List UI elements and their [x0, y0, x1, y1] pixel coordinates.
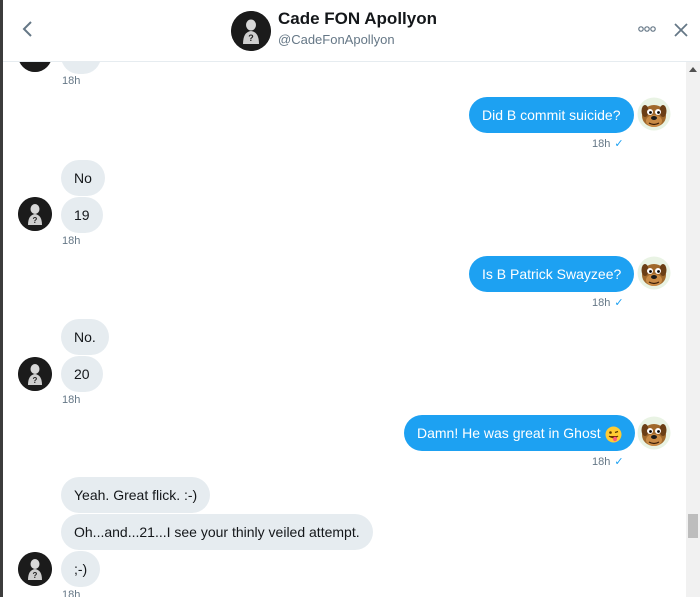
- contact-avatar[interactable]: ?: [18, 552, 52, 586]
- message-bubble-outgoing[interactable]: Is B Patrick Swayzee?: [469, 256, 635, 292]
- svg-text:?: ?: [248, 33, 254, 43]
- header-avatar[interactable]: ?: [231, 11, 271, 51]
- avatar-figure-icon: [19, 62, 51, 72]
- message-timestamp: 18h ✓: [592, 456, 624, 468]
- message-timestamp: 18h: [62, 235, 81, 247]
- contact-avatar[interactable]: ?: [18, 197, 52, 231]
- message-bubble-incoming[interactable]: No: [61, 160, 105, 196]
- read-check-icon: ✓: [614, 456, 624, 468]
- read-check-icon: ✓: [614, 297, 624, 309]
- svg-text:?: ?: [33, 376, 38, 385]
- message-timestamp: 18h: [62, 75, 81, 87]
- contact-handle[interactable]: @CadeFonApollyon: [278, 32, 395, 47]
- message-bubble-incoming[interactable]: No.: [61, 319, 109, 355]
- dm-conversation-window: ? Cade FON Apollyon @CadeFonApollyon 18h…: [0, 0, 700, 597]
- message-bubble-incoming[interactable]: Yeah. Great flick. :-): [61, 477, 211, 513]
- message-bubble-incoming[interactable]: [61, 62, 101, 74]
- scrollbar-thumb[interactable]: [688, 514, 698, 538]
- conversation-header: ? Cade FON Apollyon @CadeFonApollyon: [3, 0, 700, 62]
- message-bubble-incoming[interactable]: Oh...and...21...I see your thinly veiled…: [61, 514, 373, 550]
- avatar-figure-icon: ?: [18, 357, 52, 391]
- back-arrow-icon[interactable]: [17, 17, 39, 41]
- more-options-icon[interactable]: [637, 22, 657, 36]
- dog-avatar-icon: [637, 97, 671, 131]
- contact-avatar[interactable]: ?: [18, 357, 52, 391]
- message-bubble-incoming[interactable]: 20: [61, 356, 103, 392]
- message-bubble-incoming[interactable]: 19: [61, 197, 103, 233]
- user-avatar[interactable]: [637, 416, 671, 450]
- avatar-figure-icon: ?: [231, 11, 271, 51]
- avatar-figure-icon: ?: [18, 552, 52, 586]
- user-avatar[interactable]: [637, 97, 671, 131]
- read-check-icon: ✓: [614, 138, 624, 150]
- contact-name[interactable]: Cade FON Apollyon: [278, 9, 437, 29]
- dog-avatar-icon: [637, 256, 671, 290]
- svg-text:?: ?: [33, 571, 38, 580]
- winking-tongue-emoji-icon: [605, 426, 622, 443]
- message-timestamp: 18h ✓: [592, 297, 624, 309]
- message-bubble-incoming[interactable]: ;-): [61, 551, 101, 587]
- scroll-up-arrow-icon[interactable]: [686, 64, 700, 76]
- contact-avatar[interactable]: [18, 62, 52, 72]
- avatar-figure-icon: ?: [18, 197, 52, 231]
- close-icon[interactable]: [672, 21, 690, 39]
- message-bubble-outgoing[interactable]: Did B commit suicide?: [469, 97, 634, 133]
- dog-avatar-icon: [637, 416, 671, 450]
- message-list[interactable]: 18h Did B commit suicide? 18h ✓ No 19 ? …: [3, 62, 700, 597]
- svg-text:?: ?: [33, 216, 38, 225]
- message-timestamp: 18h ✓: [592, 138, 624, 150]
- message-timestamp: 18h: [62, 589, 81, 597]
- message-timestamp: 18h: [62, 394, 81, 406]
- user-avatar[interactable]: [637, 256, 671, 290]
- message-text: Damn! He was great in Ghost: [417, 425, 601, 441]
- message-bubble-outgoing[interactable]: Damn! He was great in Ghost: [404, 415, 635, 451]
